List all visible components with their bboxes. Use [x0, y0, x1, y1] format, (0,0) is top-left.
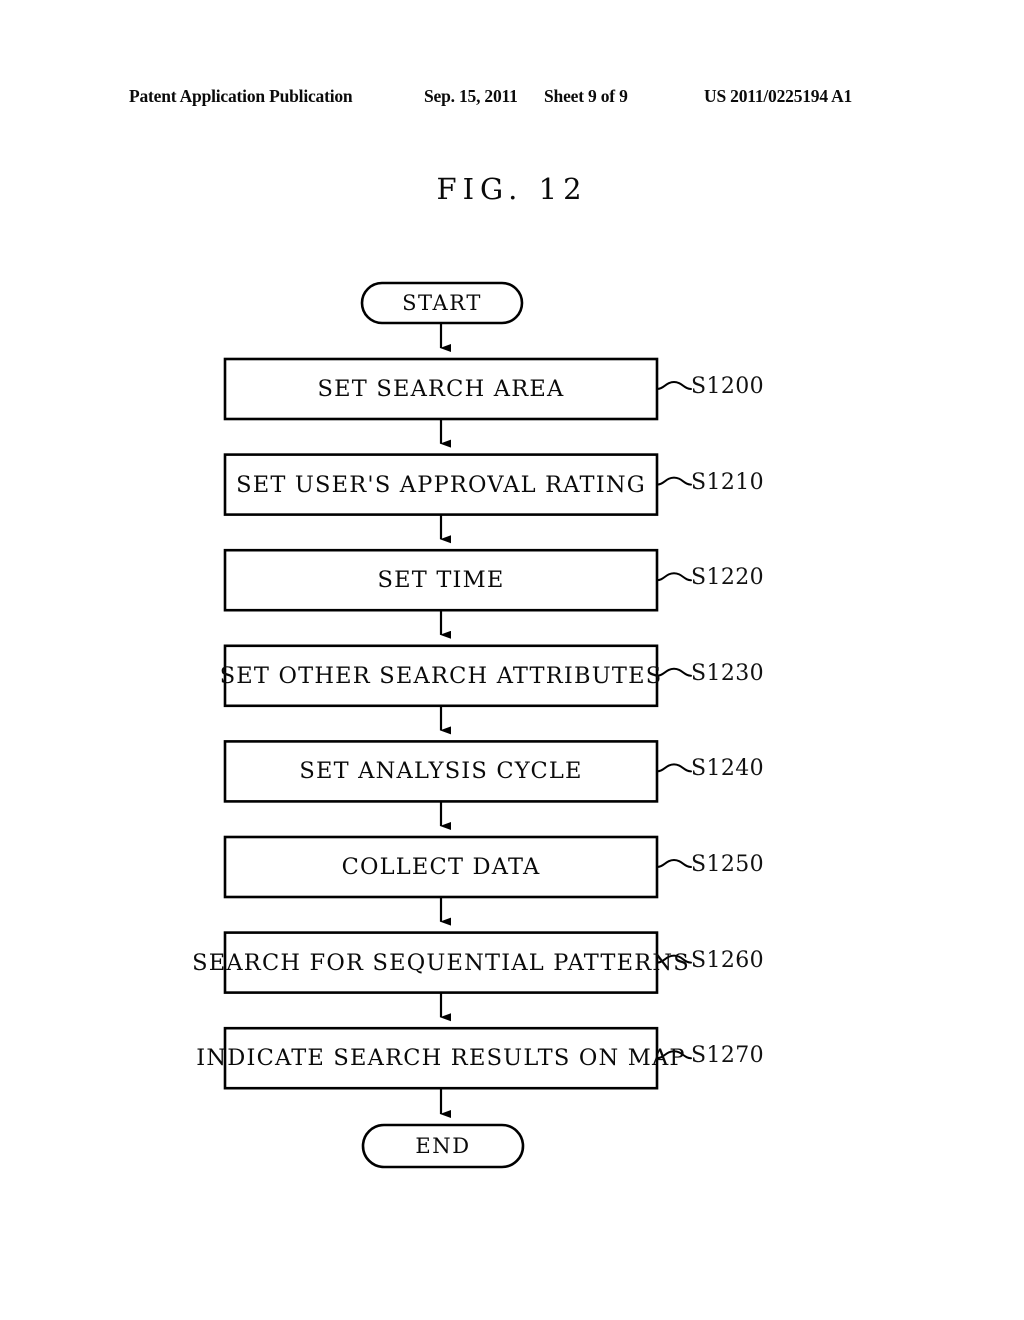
process-box-s1260 — [223, 931, 659, 994]
leader-line-s1250 — [656, 858, 692, 868]
process-box-s1200 — [223, 357, 659, 421]
start-node — [360, 281, 524, 325]
leader-line-s1240 — [656, 763, 692, 773]
flowchart-diagram: START SET SEARCH AREA S1200 SET USER'S APPR… — [0, 0, 1024, 1320]
step-reference-s1250: S1250 — [691, 852, 765, 877]
leader-line-s1270 — [656, 1050, 692, 1060]
flowchart-connectors — [439, 323, 692, 1118]
step-reference-s1220: S1220 — [691, 565, 765, 591]
step-reference-s1230: S1230 — [691, 660, 765, 686]
step-reference-s1210: S1210 — [691, 469, 765, 495]
leader-line-s1220 — [656, 572, 692, 582]
leader-line-s1210 — [656, 476, 692, 486]
leader-line-s1230 — [656, 667, 692, 677]
flowchart-canvas — [223, 281, 692, 1169]
process-box-s1270 — [223, 1026, 659, 1090]
step-reference-s1270: S1270 — [691, 1043, 765, 1069]
process-box-s1250 — [223, 835, 659, 899]
leader-line-s1200 — [656, 380, 692, 390]
leader-line-s1260 — [656, 954, 692, 964]
process-box-s1240 — [223, 740, 659, 803]
step-reference-s1200: S1200 — [691, 374, 765, 399]
process-box-s1230 — [223, 644, 659, 708]
process-box-s1210 — [223, 453, 659, 516]
end-node — [361, 1123, 525, 1169]
step-reference-s1260: S1260 — [691, 947, 765, 973]
step-reference-s1240: S1240 — [691, 756, 765, 782]
process-box-s1220 — [223, 548, 659, 612]
